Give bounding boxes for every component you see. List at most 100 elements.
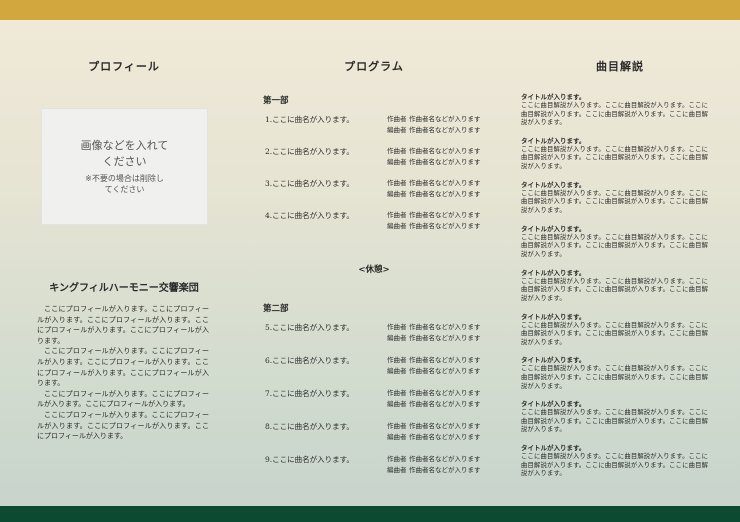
arranger-name: 作曲者名などが入ります: [409, 158, 481, 166]
program-piece: 9.ここに曲名が入ります。 作曲者 作曲者名などが入ります 編曲者 作曲者名などが入りま…: [263, 454, 495, 476]
note-body: ここに曲目解説が入ります。ここに曲目解説が入ります。ここに曲目解説が入ります。こ…: [521, 233, 709, 258]
note-body: ここに曲目解説が入ります。ここに曲目解説が入ります。ここに曲目解説が入ります。こ…: [521, 321, 709, 346]
composer-line: 作曲者 作曲者名などが入ります: [387, 421, 481, 432]
part2-title: 第二部: [263, 304, 289, 314]
note-item: タイトルが入ります。 ここに曲目解説が入ります。ここに曲目解説が入ります。ここに曲…: [521, 225, 709, 260]
program-heading: プログラム: [344, 60, 404, 73]
composer-name: 作曲者名などが入ります: [409, 147, 481, 155]
note-title: タイトルが入ります。: [521, 268, 586, 277]
composer-name: 作曲者名などが入ります: [409, 323, 481, 331]
composer-name: 作曲者名などが入ります: [409, 422, 481, 430]
piece-credits: 作曲者 作曲者名などが入ります 編曲者 作曲者名などが入ります: [387, 322, 481, 344]
program-piece: 4.ここに曲名が入ります。 作曲者 作曲者名などが入ります 編曲者 作曲者名などが入りま…: [263, 210, 495, 232]
composer-name: 作曲者名などが入ります: [409, 115, 481, 123]
arranger-line: 編曲者 作曲者名などが入ります: [387, 465, 481, 476]
piece-title: 7.ここに曲名が入ります。: [265, 389, 354, 398]
arranger-role: 編曲者: [387, 334, 407, 342]
piece-title: 6.ここに曲名が入ります。: [265, 356, 354, 365]
program-piece: 5.ここに曲名が入ります。 作曲者 作曲者名などが入ります 編曲者 作曲者名などが入りま…: [263, 322, 495, 344]
arranger-line: 編曲者 作曲者名などが入ります: [387, 157, 481, 168]
arranger-name: 作曲者名などが入ります: [409, 466, 481, 474]
arranger-role: 編曲者: [387, 222, 407, 230]
arranger-name: 作曲者名などが入ります: [409, 126, 481, 134]
piece-credits: 作曲者 作曲者名などが入ります 編曲者 作曲者名などが入ります: [387, 210, 481, 232]
composer-role: 作曲者: [387, 455, 407, 463]
composer-role: 作曲者: [387, 422, 407, 430]
notes-column: 曲目解説 タイトルが入ります。 ここに曲目解説が入ります。ここに曲目解説が入ります…: [500, 20, 740, 506]
note-item: タイトルが入ります。 ここに曲目解説が入ります。ここに曲目解説が入ります。ここに曲…: [521, 93, 709, 128]
piece-title: 4.ここに曲名が入ります。: [265, 211, 354, 220]
composer-name: 作曲者名などが入ります: [409, 179, 481, 187]
profile-text: ここにプロフィールが入ります。ここにプロフィールが入ります。ここにプロフィールが…: [37, 304, 209, 442]
piece-credits: 作曲者 作曲者名などが入ります 編曲者 作曲者名などが入ります: [387, 454, 481, 476]
composer-line: 作曲者 作曲者名などが入ります: [387, 178, 481, 189]
arranger-name: 作曲者名などが入ります: [409, 400, 481, 408]
note-body: ここに曲目解説が入ります。ここに曲目解説が入ります。ここに曲目解説が入ります。こ…: [521, 409, 709, 434]
note-title: タイトルが入ります。: [521, 180, 586, 189]
arranger-line: 編曲者 作曲者名などが入ります: [387, 366, 481, 377]
program-piece: 3.ここに曲名が入ります。 作曲者 作曲者名などが入ります 編曲者 作曲者名などが入りま…: [263, 178, 495, 200]
composer-line: 作曲者 作曲者名などが入ります: [387, 388, 481, 399]
intermission-label: <休憩>: [358, 265, 390, 275]
piece-title: 3.ここに曲名が入ります。: [265, 179, 354, 188]
composer-name: 作曲者名などが入ります: [409, 455, 481, 463]
image-placeholder-note: ※不要の場合は削除してください: [85, 174, 164, 194]
program-piece: 6.ここに曲名が入ります。 作曲者 作曲者名などが入ります 編曲者 作曲者名などが入りま…: [263, 355, 495, 377]
composer-role: 作曲者: [387, 389, 407, 397]
note-title: タイトルが入ります。: [521, 93, 586, 101]
piece-credits: 作曲者 作曲者名などが入ります 編曲者 作曲者名などが入ります: [387, 114, 481, 136]
note-body: ここに曲目解説が入ります。ここに曲目解説が入ります。ここに曲目解説が入ります。こ…: [521, 102, 709, 127]
composer-line: 作曲者 作曲者名などが入ります: [387, 146, 481, 157]
piece-credits: 作曲者 作曲者名などが入ります 編曲者 作曲者名などが入ります: [387, 421, 481, 443]
piece-credits: 作曲者 作曲者名などが入ります 編曲者 作曲者名などが入ります: [387, 388, 481, 410]
note-body: ここに曲目解説が入ります。ここに曲目解説が入ります。ここに曲目解説が入ります。こ…: [521, 189, 709, 214]
composer-role: 作曲者: [387, 323, 407, 331]
note-item: タイトルが入ります。 ここに曲目解説が入ります。ここに曲目解説が入ります。ここに曲…: [521, 356, 709, 391]
note-item: タイトルが入ります。 ここに曲目解説が入ります。ここに曲目解説が入ります。ここに曲…: [521, 137, 709, 172]
arranger-name: 作曲者名などが入ります: [409, 334, 481, 342]
arranger-name: 作曲者名などが入ります: [409, 367, 481, 375]
image-placeholder-text: 画像などを入れてください: [80, 139, 169, 168]
composer-line: 作曲者 作曲者名などが入ります: [387, 210, 481, 221]
image-placeholder: 画像などを入れてください ※不要の場合は削除してください: [41, 108, 208, 225]
profile-paragraph: ここにプロフィールが入ります。ここにプロフィールが入ります。ここにプロフィールが…: [37, 347, 209, 388]
arranger-line: 編曲者 作曲者名などが入ります: [387, 221, 481, 232]
piece-title: 5.ここに曲名が入ります。: [265, 323, 354, 332]
arranger-line: 編曲者 作曲者名などが入ります: [387, 333, 481, 344]
profile-paragraph: ここにプロフィールが入ります。ここにプロフィールが入ります。ここにプロフィールが…: [37, 410, 209, 441]
piece-credits: 作曲者 作曲者名などが入ります 編曲者 作曲者名などが入ります: [387, 146, 481, 168]
piece-credits: 作曲者 作曲者名などが入ります 編曲者 作曲者名などが入ります: [387, 178, 481, 200]
composer-name: 作曲者名などが入ります: [409, 356, 481, 364]
arranger-line: 編曲者 作曲者名などが入ります: [387, 189, 481, 200]
arranger-role: 編曲者: [387, 158, 407, 166]
note-title: タイトルが入ります。: [521, 312, 586, 321]
arranger-line: 編曲者 作曲者名などが入ります: [387, 432, 481, 443]
composer-role: 作曲者: [387, 115, 407, 123]
composer-role: 作曲者: [387, 147, 407, 155]
note-item: タイトルが入ります。 ここに曲目解説が入ります。ここに曲目解説が入ります。ここに曲…: [521, 444, 709, 479]
arranger-role: 編曲者: [387, 400, 407, 408]
note-body: ここに曲目解説が入ります。ここに曲目解説が入ります。ここに曲目解説が入ります。こ…: [521, 145, 709, 171]
note-title: タイトルが入ります。: [521, 136, 586, 145]
part1-title: 第一部: [263, 96, 289, 106]
note-body: ここに曲目解説が入ります。ここに曲目解説が入ります。ここに曲目解説が入ります。こ…: [521, 365, 709, 390]
note-body: ここに曲目解説が入ります。ここに曲目解説が入ります。ここに曲目解説が入ります。こ…: [521, 277, 709, 302]
note-item: タイトルが入ります。 ここに曲目解説が入ります。ここに曲目解説が入ります。ここに曲…: [521, 269, 709, 304]
note-item: タイトルが入ります。 ここに曲目解説が入ります。ここに曲目解説が入ります。ここに曲…: [521, 313, 709, 348]
note-title: タイトルが入ります。: [521, 444, 586, 453]
composer-line: 作曲者 作曲者名などが入ります: [387, 355, 481, 366]
program-piece: 7.ここに曲名が入ります。 作曲者 作曲者名などが入ります 編曲者 作曲者名などが入りま…: [263, 388, 495, 410]
notes-heading: 曲目解説: [596, 60, 644, 73]
composer-line: 作曲者 作曲者名などが入ります: [387, 114, 481, 125]
piece-title: 2.ここに曲名が入ります。: [265, 147, 354, 156]
profile-paragraph: ここにプロフィールが入ります。ここにプロフィールが入ります。ここにプロフィールが…: [37, 389, 209, 409]
arranger-role: 編曲者: [387, 433, 407, 441]
program-piece: 2.ここに曲名が入ります。 作曲者 作曲者名などが入ります 編曲者 作曲者名などが入りま…: [263, 146, 495, 168]
note-title: タイトルが入ります。: [521, 224, 586, 233]
arranger-line: 編曲者 作曲者名などが入ります: [387, 125, 481, 136]
note-title: タイトルが入ります。: [521, 400, 586, 409]
arranger-name: 作曲者名などが入ります: [409, 433, 481, 441]
profile-heading: プロフィール: [88, 60, 160, 73]
composer-role: 作曲者: [387, 356, 407, 364]
composer-role: 作曲者: [387, 211, 407, 219]
